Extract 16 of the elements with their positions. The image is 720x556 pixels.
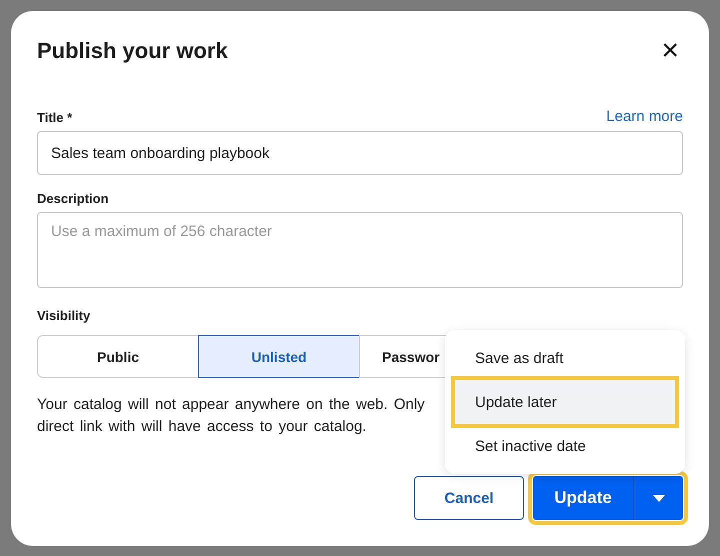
field-label: Description [37, 191, 109, 206]
menu-item[interactable]: Set inactive date [445, 424, 685, 468]
visibility-option[interactable]: Unlisted [198, 335, 360, 378]
visibility-note: Your catalog will not appear anywhere on the web. Only direct link with will have access to your catalog. [37, 395, 425, 437]
cancel-button[interactable]: Cancel [414, 476, 524, 520]
close-button[interactable]: × [657, 38, 683, 64]
title-input[interactable]: Sales team onboarding playbook [37, 131, 683, 175]
visibility-option[interactable]: Public [37, 335, 199, 378]
description-input[interactable]: Use a maximum of 256 character [37, 212, 683, 288]
update-button[interactable]: Update [533, 476, 634, 520]
menu-item[interactable]: Save as draft [445, 336, 685, 380]
field-label: Title * [37, 110, 72, 125]
menu-item[interactable]: Update later [455, 380, 675, 424]
field-label: Visibility [37, 308, 90, 323]
dialog-title: Publish your work [37, 38, 228, 64]
learn-more-link[interactable]: Learn more [606, 108, 683, 125]
